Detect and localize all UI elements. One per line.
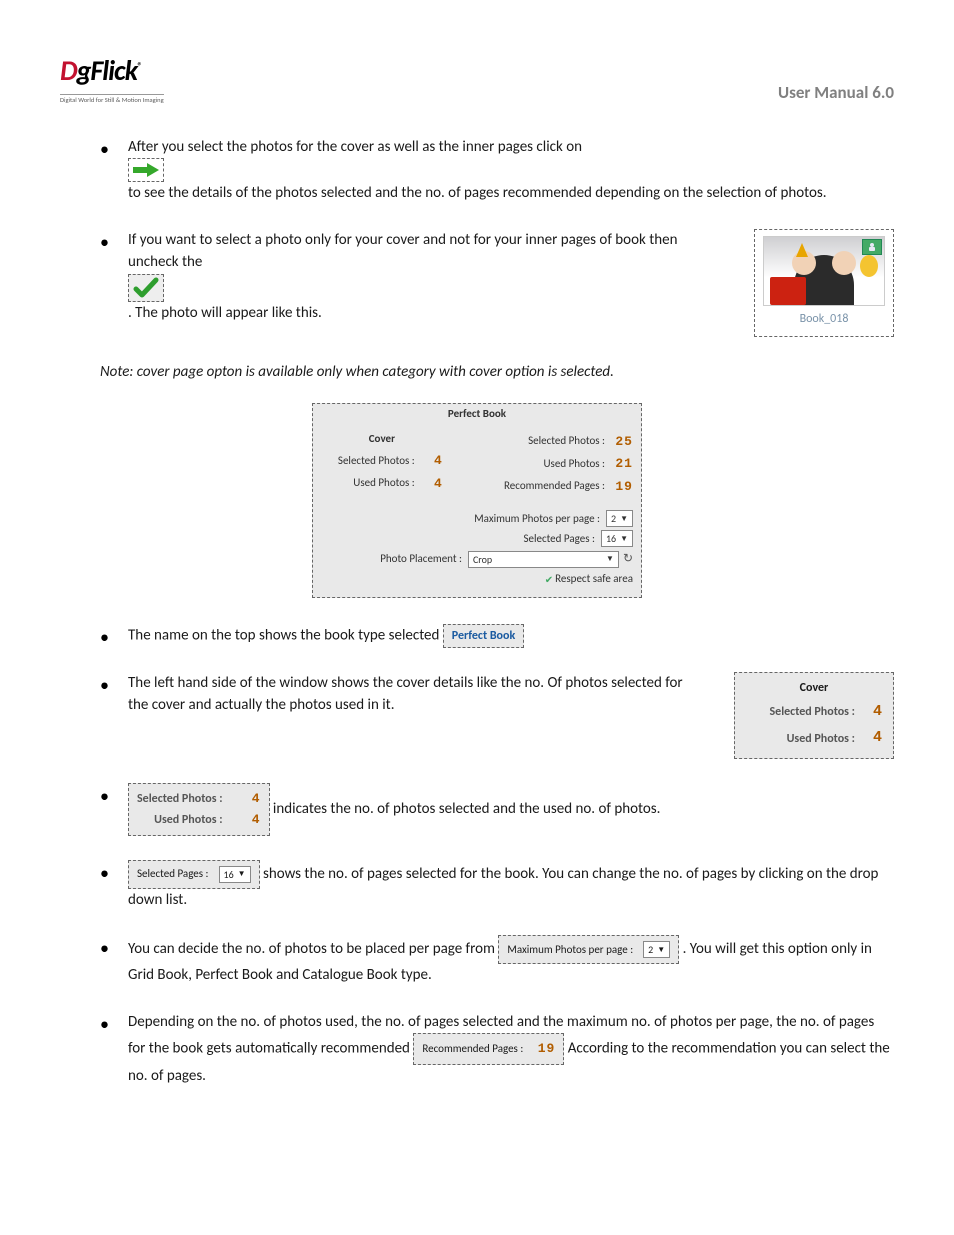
cover-used-value: 4: [421, 474, 443, 494]
thumbnail-image: [763, 236, 885, 306]
max-photos-label: Maximum Photos per page :: [474, 511, 606, 528]
max-photos-label: Maximum Photos per page :: [507, 942, 633, 959]
placement-dropdown[interactable]: Crop ▼: [468, 551, 619, 568]
cover-mini-panel: Cover Selected Photos : 4 Used Photos : …: [734, 672, 894, 759]
used-photos-value: 4: [239, 810, 261, 830]
book-type-chip: Perfect Book: [443, 624, 524, 648]
perfect-book-panel: Perfect Book Cover Selected Photos : 4 U…: [312, 403, 642, 598]
selected-photos-value: 4: [239, 789, 261, 809]
cover-used-label: Used Photos :: [321, 475, 421, 492]
list-item: After you select the photos for the cove…: [100, 136, 894, 205]
note-text: Note: cover page opton is available only…: [100, 361, 894, 384]
content-list: After you select the photos for the cove…: [100, 136, 894, 337]
selected-pages-inline-panel: Selected Pages : 16 ▼: [128, 860, 260, 889]
logo-rest: gFlick: [77, 53, 137, 88]
used-photos-label: Used Photos :: [137, 811, 229, 829]
logo: DgFlick® Digital World for Still & Motio…: [60, 50, 164, 106]
recommended-pages-inline-panel: Recommended Pages : 19: [413, 1033, 564, 1065]
list-item: Depending on the no. of photos used, the…: [100, 1011, 894, 1088]
max-photos-value: 2: [648, 942, 653, 957]
selected-pages-label: Selected Pages :: [523, 531, 601, 548]
thumbnail-label: Book_018: [800, 310, 849, 328]
logo-mark: DgFlick®: [60, 50, 141, 92]
cover-used-label: Used Photos :: [745, 730, 861, 748]
page-title: User Manual 6.0: [778, 80, 894, 106]
placement-label: Photo Placement :: [321, 551, 468, 568]
selected-pages-value: 16: [224, 867, 234, 882]
list-item: The name on the top shows the book type …: [100, 624, 894, 648]
body-text: If you want to select a photo only for y…: [128, 231, 677, 272]
recommended-pages-label: Recommended Pages :: [459, 478, 611, 495]
selected-photos-label: Selected Photos :: [459, 433, 611, 450]
body-text: You can decide the no. of photos to be p…: [128, 940, 498, 958]
next-arrow-icon[interactable]: [128, 158, 164, 182]
cover-tag-icon[interactable]: [862, 239, 882, 255]
recommended-pages-value: 19: [611, 477, 633, 497]
body-text: The name on the top shows the book type …: [128, 626, 443, 644]
selected-pages-dropdown[interactable]: 16 ▼: [219, 866, 251, 883]
panel-footer: Maximum Photos per page : 2 ▼ Selected P…: [313, 503, 641, 597]
checkbox-checked-icon[interactable]: ✔: [545, 572, 553, 587]
content-list-2: The name on the top shows the book type …: [100, 624, 894, 1088]
max-photos-dropdown[interactable]: 2 ▼: [606, 510, 633, 527]
chevron-down-icon: ▼: [238, 868, 246, 880]
panel-title: Perfect Book: [313, 404, 641, 425]
photo-thumbnail: Book_018: [754, 229, 894, 337]
body-text: The left hand side of the window shows t…: [128, 672, 704, 717]
selected-photos-value: 25: [611, 432, 633, 452]
logo-tagline: Digital World for Still & Motion Imaging: [60, 94, 164, 106]
perfect-book-panel-wrap: Perfect Book Cover Selected Photos : 4 U…: [60, 403, 894, 598]
selected-pages-value: 16: [606, 531, 616, 546]
cover-selected-label: Selected Photos :: [321, 453, 421, 470]
cover-selected-value: 4: [421, 451, 443, 471]
chevron-down-icon: ▼: [620, 533, 628, 545]
list-item: If you want to select a photo only for y…: [100, 229, 894, 337]
rotate-icon[interactable]: ↻: [623, 550, 633, 568]
cover-heading: Cover: [745, 679, 883, 697]
body-text: to see the details of the photos selecte…: [128, 184, 827, 202]
list-item: Selected Pages : 16 ▼ shows the no. of p…: [100, 860, 894, 912]
body-text: . The photo will appear like this.: [128, 304, 322, 322]
selected-photos-label: Selected Photos :: [137, 790, 229, 808]
logo-letter-d: D: [60, 53, 77, 88]
cover-used-value: 4: [861, 727, 883, 750]
body-text: After you select the photos for the cove…: [128, 138, 582, 156]
respect-safe-area-label: Respect safe area: [555, 571, 633, 588]
used-photos-label: Used Photos :: [459, 456, 611, 473]
chevron-down-icon: ▼: [657, 944, 665, 956]
selected-pages-dropdown[interactable]: 16 ▼: [601, 530, 633, 547]
chevron-down-icon: ▼: [606, 553, 614, 565]
cover-heading: Cover: [321, 431, 443, 448]
cover-selected-value: 4: [861, 701, 883, 724]
page-header: DgFlick® Digital World for Still & Motio…: [60, 50, 894, 106]
cover-selected-label: Selected Photos :: [745, 703, 861, 721]
recommended-pages-value: 19: [533, 1039, 555, 1059]
panel-pages-column: Selected Photos : 25 Used Photos : 21 Re…: [451, 425, 641, 504]
checkmark-icon[interactable]: [128, 274, 164, 302]
chevron-down-icon: ▼: [620, 513, 628, 525]
panel-cover-column: Cover Selected Photos : 4 Used Photos : …: [313, 425, 451, 504]
list-item: Selected Photos : 4 Used Photos : 4 indi…: [100, 783, 894, 836]
logo-registered: ®: [137, 60, 141, 73]
max-photos-dropdown[interactable]: 2 ▼: [643, 941, 670, 958]
max-photos-inline-panel: Maximum Photos per page : 2 ▼: [498, 935, 679, 964]
recommended-pages-label: Recommended Pages :: [422, 1041, 523, 1058]
used-photos-value: 21: [611, 454, 633, 474]
selected-pages-label: Selected Pages :: [137, 866, 209, 883]
body-text: indicates the no. of photos selected and…: [273, 800, 661, 818]
list-item: The left hand side of the window shows t…: [100, 672, 894, 759]
max-photos-value: 2: [611, 511, 616, 526]
placement-value: Crop: [473, 552, 492, 567]
selected-used-inline-panel: Selected Photos : 4 Used Photos : 4: [128, 783, 270, 836]
list-item: You can decide the no. of photos to be p…: [100, 935, 894, 987]
